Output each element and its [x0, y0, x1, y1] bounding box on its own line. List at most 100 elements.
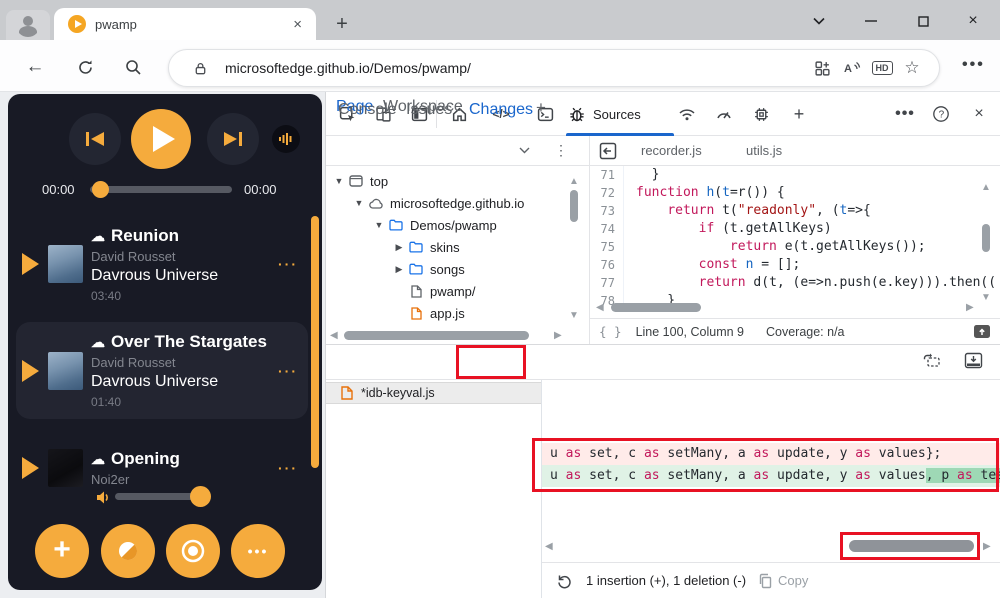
- editor-hscrollbar[interactable]: [611, 303, 701, 312]
- revert-icon[interactable]: [556, 573, 572, 589]
- code-line[interactable]: 73 return t("readonly", (t=>{: [589, 202, 1000, 220]
- chevron-down-icon[interactable]: ▼: [332, 176, 346, 186]
- search-icon[interactable]: [118, 52, 148, 82]
- tree-scroll-down-icon[interactable]: ▼: [569, 310, 579, 321]
- tree-item-microsoftedge-github-io[interactable]: ▼microsoftedge.github.io: [326, 192, 572, 214]
- memory-tab-icon[interactable]: [748, 102, 774, 126]
- tree-item-pwamp-[interactable]: pwamp/: [326, 280, 572, 302]
- navigator-kebab-icon[interactable]: ⋮: [554, 142, 568, 159]
- profile-button[interactable]: [6, 10, 50, 40]
- visualizer-icon[interactable]: [272, 125, 300, 153]
- song-play-icon[interactable]: [22, 360, 48, 382]
- file-tab-recorder[interactable]: recorder.js: [641, 143, 702, 158]
- code-line[interactable]: 77 return d(t, (e=>n.push(e.key))).then(…: [589, 274, 1000, 292]
- tree-scroll-right-icon[interactable]: ▶: [554, 330, 562, 341]
- navigator-chevron-icon[interactable]: [519, 147, 530, 154]
- tree-item-demos-pwamp[interactable]: ▼Demos/pwamp: [326, 214, 572, 236]
- hd-icon[interactable]: HD: [867, 61, 897, 75]
- chevron-right-icon[interactable]: ▶: [392, 264, 406, 275]
- tree-item-skins[interactable]: ▶skins: [326, 236, 572, 258]
- browser-tab[interactable]: pwamp ×: [54, 8, 316, 40]
- window-close-button[interactable]: ×: [958, 10, 988, 32]
- editor-scroll-down-icon[interactable]: ▼: [981, 292, 991, 303]
- volume-knob[interactable]: [190, 486, 211, 507]
- tree-item-top[interactable]: ▼top: [326, 170, 572, 192]
- tree-scroll-left-icon[interactable]: ◀: [330, 330, 338, 341]
- diff-scroll-right-icon[interactable]: ▶: [983, 541, 991, 552]
- back-button[interactable]: ←: [20, 52, 50, 82]
- tree-hscrollbar[interactable]: [344, 331, 529, 340]
- tree-item-app-js[interactable]: app.js: [326, 302, 572, 324]
- previous-track-button[interactable]: [69, 113, 121, 165]
- editor-scroll-right-icon[interactable]: ▶: [966, 302, 974, 313]
- performance-tab-icon[interactable]: [711, 102, 737, 126]
- chevron-down-icon[interactable]: ▼: [372, 220, 386, 230]
- song-play-icon[interactable]: [22, 457, 48, 479]
- song-row[interactable]: ☁Over The StargatesDavid RoussetDavrous …: [16, 322, 308, 419]
- tree-scroll-up-icon[interactable]: ▲: [569, 176, 579, 187]
- copy-button[interactable]: Copy: [778, 573, 808, 588]
- refresh-button[interactable]: [70, 52, 100, 82]
- code-token: function: [636, 185, 699, 200]
- player-scrollbar[interactable]: [311, 216, 319, 468]
- tab-close-icon[interactable]: ×: [289, 16, 306, 33]
- tree-vscrollbar[interactable]: [570, 190, 578, 222]
- browser-menu-icon[interactable]: •••: [962, 56, 985, 74]
- add-song-button[interactable]: +: [35, 524, 89, 578]
- read-aloud-icon[interactable]: A: [837, 60, 867, 76]
- code-text: function h(t=r()) {: [623, 184, 785, 202]
- hide-navigator-icon[interactable]: [599, 142, 617, 160]
- next-track-button[interactable]: [207, 113, 259, 165]
- chevron-down-icon[interactable]: ▼: [352, 198, 366, 208]
- devtools-close-button[interactable]: ×: [966, 102, 992, 126]
- song-menu-icon[interactable]: ···: [278, 460, 298, 476]
- dock-drawer-bottom-icon[interactable]: [964, 352, 983, 369]
- new-tab-button[interactable]: +: [330, 13, 354, 36]
- tab-actions-chevron-icon[interactable]: [804, 10, 834, 32]
- url-text[interactable]: microsoftedge.github.io/Demos/pwamp/: [225, 60, 807, 76]
- tab-changes[interactable]: Changes: [469, 101, 533, 119]
- tab-console[interactable]: Console: [338, 101, 397, 119]
- song-row[interactable]: ☁ReunionDavid RoussetDavrous Universe03:…: [16, 214, 308, 314]
- record-button[interactable]: [166, 524, 220, 578]
- editor-scroll-left-icon[interactable]: ◀: [596, 302, 604, 313]
- code-line[interactable]: 71 }: [589, 166, 1000, 184]
- favorites-star-icon[interactable]: ☆: [897, 58, 927, 78]
- window-minimize-button[interactable]: [856, 10, 886, 32]
- code-line[interactable]: 75 return e(t.getAllKeys());: [589, 238, 1000, 256]
- chevron-right-icon[interactable]: ▶: [392, 242, 406, 253]
- network-tab-icon[interactable]: [674, 102, 700, 126]
- code-line[interactable]: 72function h(t=r()) {: [589, 184, 1000, 202]
- window-maximize-button[interactable]: [908, 10, 938, 32]
- code-line[interactable]: 76 const n = [];: [589, 256, 1000, 274]
- skin-button[interactable]: [101, 524, 155, 578]
- move-panel-icon[interactable]: [973, 324, 991, 339]
- apps-icon[interactable]: [807, 60, 837, 77]
- tree-item-songs[interactable]: ▶songs: [326, 258, 572, 280]
- seek-knob[interactable]: [92, 181, 109, 198]
- player-more-button[interactable]: •••: [231, 524, 285, 578]
- file-tab-utils[interactable]: utils.js: [746, 143, 782, 158]
- seek-slider[interactable]: [90, 186, 232, 193]
- play-button[interactable]: [131, 109, 191, 169]
- restore-drawer-icon[interactable]: [922, 352, 942, 370]
- song-play-icon[interactable]: [22, 253, 48, 275]
- tab-sources[interactable]: Sources: [568, 92, 641, 136]
- address-bar[interactable]: microsoftedge.github.io/Demos/pwamp/ A H…: [168, 49, 940, 87]
- editor-scroll-up-icon[interactable]: ▲: [981, 182, 991, 193]
- drawer-add-tab-button[interactable]: +: [536, 98, 546, 118]
- diff-scroll-left-icon[interactable]: ◀: [545, 541, 553, 552]
- pretty-print-icon[interactable]: { }: [599, 324, 622, 339]
- song-menu-icon[interactable]: ···: [278, 363, 298, 379]
- tab-issues[interactable]: Issues: [406, 101, 452, 119]
- song-menu-icon[interactable]: ···: [278, 256, 298, 272]
- code-editor[interactable]: 71 }72function h(t=r()) {73 return t("re…: [589, 166, 1000, 318]
- devtools-menu-icon[interactable]: •••: [892, 102, 918, 126]
- changed-file-item[interactable]: *idb-keyval.js: [326, 382, 541, 404]
- more-tabs-button[interactable]: +: [786, 102, 812, 126]
- copy-icon[interactable]: [758, 573, 772, 589]
- code-line[interactable]: 74 if (t.getAllKeys): [589, 220, 1000, 238]
- help-icon[interactable]: ?: [928, 102, 954, 126]
- album-art: [48, 245, 83, 283]
- editor-vscrollbar[interactable]: [982, 224, 990, 252]
